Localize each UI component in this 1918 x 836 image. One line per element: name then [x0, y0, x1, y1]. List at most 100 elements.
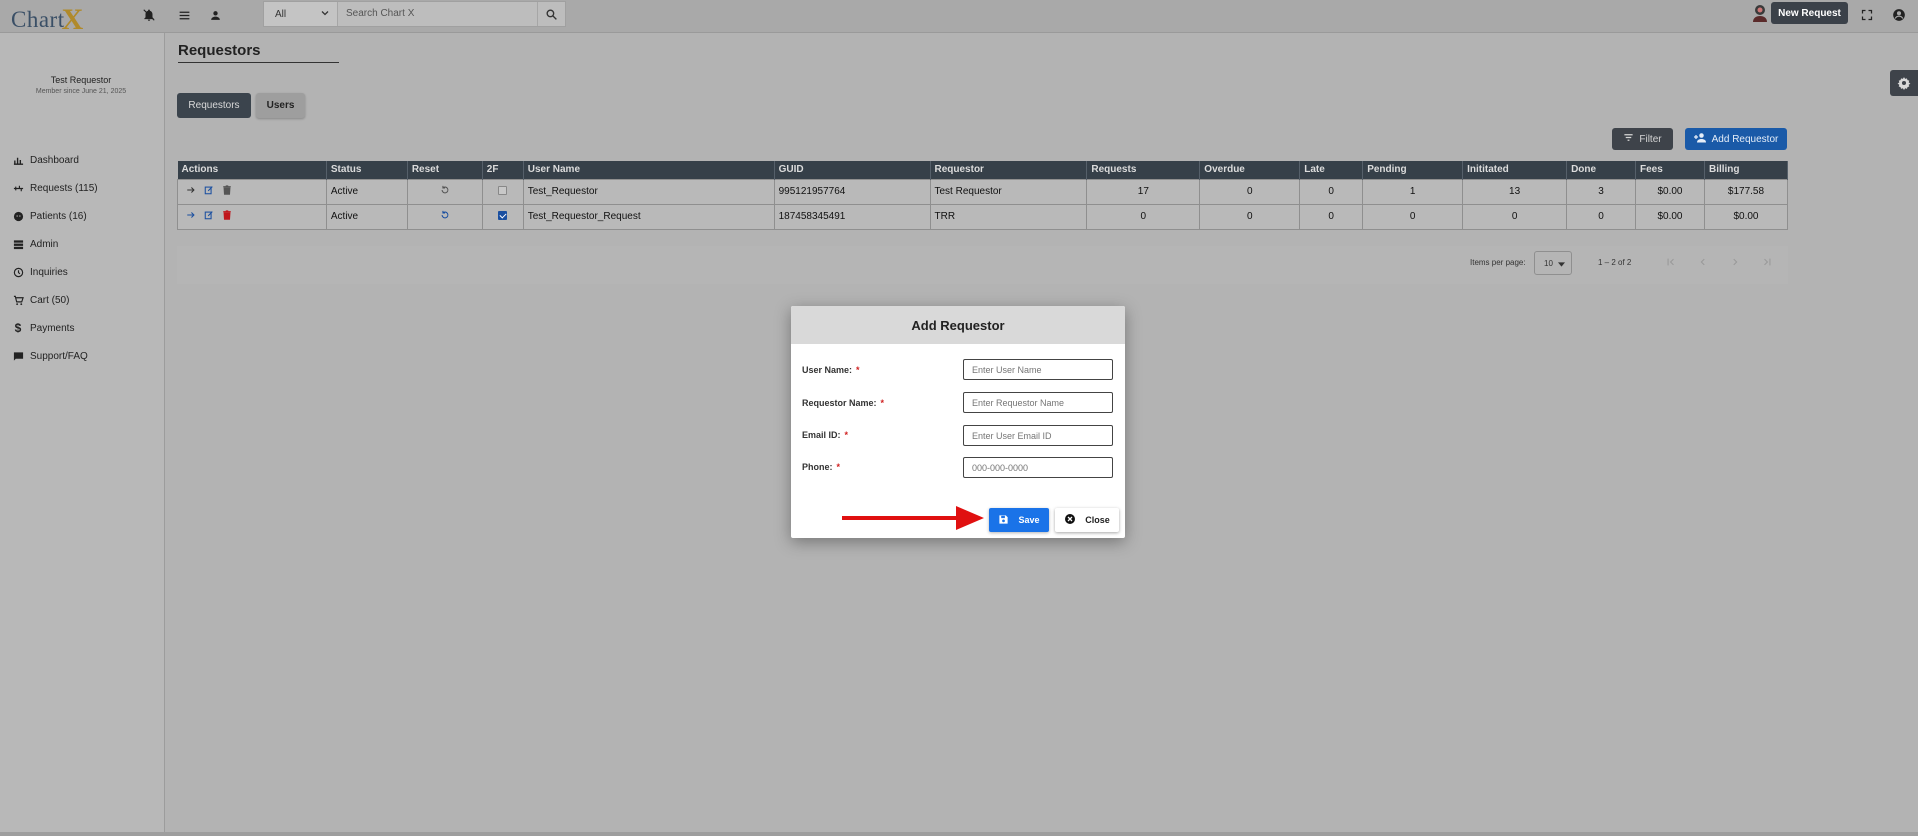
- two-factor-checkbox[interactable]: [498, 185, 508, 195]
- initiated-count[interactable]: 13: [1462, 178, 1568, 205]
- sidebar-item-support[interactable]: Support/FAQ: [11, 347, 88, 365]
- previous-page-icon[interactable]: [1695, 254, 1711, 270]
- search-bar: All Search Chart X: [263, 1, 566, 27]
- chevron-down-icon: [1558, 260, 1565, 269]
- notifications-off-icon[interactable]: [137, 3, 161, 27]
- column-header[interactable]: User Name: [523, 161, 775, 179]
- sidebar-item-dashboard[interactable]: Dashboard: [11, 151, 79, 169]
- column-header[interactable]: Reset: [407, 161, 483, 179]
- reset-cell: [406, 203, 483, 230]
- profile-name: Test Requestor: [50, 75, 112, 85]
- account-circle-icon[interactable]: [1887, 3, 1911, 27]
- sidebar-item-inquiries[interactable]: Inquiries: [11, 263, 68, 281]
- column-header[interactable]: Late: [1299, 161, 1364, 179]
- initiated-count[interactable]: 0: [1462, 203, 1568, 230]
- sidebar-item-payments[interactable]: $ Payments: [11, 319, 75, 337]
- items-per-page-select[interactable]: 10: [1534, 251, 1572, 275]
- page-range-label: 1 – 2 of 2: [1598, 258, 1632, 267]
- two-factor-checkbox[interactable]: [498, 210, 508, 220]
- two-factor-cell: [481, 178, 524, 205]
- user-name-cell: Test_Requestor_Request: [522, 203, 775, 230]
- edit-icon[interactable]: [204, 185, 214, 198]
- page-title: Requestors: [178, 42, 261, 59]
- two-factor-cell: [481, 203, 524, 230]
- late-count[interactable]: 0: [1299, 178, 1364, 205]
- tab-requestors[interactable]: Requestors: [177, 93, 251, 118]
- phone-input[interactable]: [963, 457, 1113, 478]
- save-button[interactable]: Save: [989, 508, 1049, 532]
- column-header[interactable]: Status: [326, 161, 408, 179]
- fullscreen-icon[interactable]: [1855, 3, 1879, 27]
- new-request-button[interactable]: New Request: [1771, 2, 1848, 24]
- chat-icon: [11, 349, 25, 363]
- email-id-label: Email ID: *: [802, 430, 849, 440]
- filter-button[interactable]: Filter: [1612, 128, 1673, 150]
- column-header[interactable]: Requestor: [930, 161, 1088, 179]
- guid-cell: 187458345491: [773, 203, 931, 230]
- requests-count[interactable]: 0: [1086, 203, 1201, 230]
- settings-gear-icon[interactable]: [1890, 70, 1918, 96]
- user-avatar-icon[interactable]: [1752, 4, 1768, 22]
- save-floppy-icon: [998, 514, 1009, 527]
- sidebar-item-cart[interactable]: Cart (50): [11, 291, 69, 309]
- pending-count[interactable]: 1: [1362, 178, 1464, 205]
- column-header[interactable]: Pending: [1362, 161, 1464, 179]
- add-requestor-button[interactable]: Add Requestor: [1685, 128, 1787, 150]
- cart-icon: [11, 293, 25, 307]
- actions-cell: [177, 178, 327, 205]
- arrow-right-icon[interactable]: [186, 210, 196, 223]
- first-page-icon[interactable]: [1663, 254, 1679, 270]
- overdue-count[interactable]: 0: [1199, 178, 1301, 205]
- search-scope-select[interactable]: All: [264, 2, 338, 26]
- search-icon[interactable]: [537, 2, 565, 26]
- close-button[interactable]: Close: [1055, 508, 1119, 532]
- dollar-icon: $: [14, 321, 22, 335]
- last-page-icon[interactable]: [1759, 254, 1775, 270]
- filter-icon: [1623, 132, 1634, 146]
- annotation-arrow-icon: [842, 506, 984, 530]
- late-count[interactable]: 0: [1299, 203, 1364, 230]
- bar-chart-icon: [11, 153, 25, 167]
- profile-member-since: Member since June 21, 2025: [35, 88, 127, 95]
- paginator: Items per page: 10 1 – 2 of 2: [177, 246, 1788, 284]
- menu-icon[interactable]: [172, 3, 196, 27]
- fees-cell: $0.00: [1635, 178, 1705, 205]
- user-name-input[interactable]: [963, 359, 1113, 380]
- reset-icon[interactable]: [440, 210, 450, 223]
- column-header[interactable]: Actions: [177, 161, 327, 179]
- sidebar-item-patients[interactable]: Patients (16): [11, 207, 87, 225]
- reset-icon[interactable]: [440, 185, 450, 198]
- done-count[interactable]: 0: [1566, 203, 1637, 230]
- requests-count[interactable]: 17: [1086, 178, 1201, 205]
- requestor-name-input[interactable]: [963, 392, 1113, 413]
- done-count[interactable]: 3: [1566, 178, 1637, 205]
- email-id-input[interactable]: [963, 425, 1113, 446]
- column-header[interactable]: Billing: [1704, 161, 1789, 179]
- search-input[interactable]: Search Chart X: [346, 8, 414, 19]
- column-header[interactable]: GUID: [774, 161, 931, 179]
- column-header[interactable]: Done: [1566, 161, 1637, 179]
- patient-face-icon: [11, 209, 25, 223]
- edit-icon[interactable]: [204, 210, 214, 223]
- column-header[interactable]: Inititated: [1462, 161, 1568, 179]
- sidebar-item-requests[interactable]: Requests (115): [11, 179, 98, 197]
- column-header[interactable]: Overdue: [1199, 161, 1301, 179]
- column-header[interactable]: Requests: [1086, 161, 1201, 179]
- tab-users[interactable]: Users: [256, 93, 305, 118]
- sidebar-item-admin[interactable]: Admin: [11, 235, 58, 253]
- billing-cell: $0.00: [1703, 203, 1789, 230]
- table-row: Active Test_Requestor_Request 1874583454…: [177, 203, 1789, 230]
- top-app-bar: ChartX All Search Chart X New Request: [0, 0, 1918, 36]
- delete-icon[interactable]: [222, 210, 232, 223]
- pending-count[interactable]: 0: [1362, 203, 1464, 230]
- status-cell[interactable]: Active: [325, 203, 408, 230]
- column-header[interactable]: 2F: [482, 161, 524, 179]
- overdue-count[interactable]: 0: [1199, 203, 1301, 230]
- person-icon[interactable]: [203, 3, 227, 27]
- user-name-cell: Test_Requestor: [522, 178, 775, 205]
- arrow-right-icon[interactable]: [186, 185, 196, 198]
- next-page-icon[interactable]: [1727, 254, 1743, 270]
- column-header[interactable]: Fees: [1635, 161, 1705, 179]
- chartx-logo[interactable]: ChartX: [11, 1, 84, 36]
- delete-icon[interactable]: [222, 185, 232, 198]
